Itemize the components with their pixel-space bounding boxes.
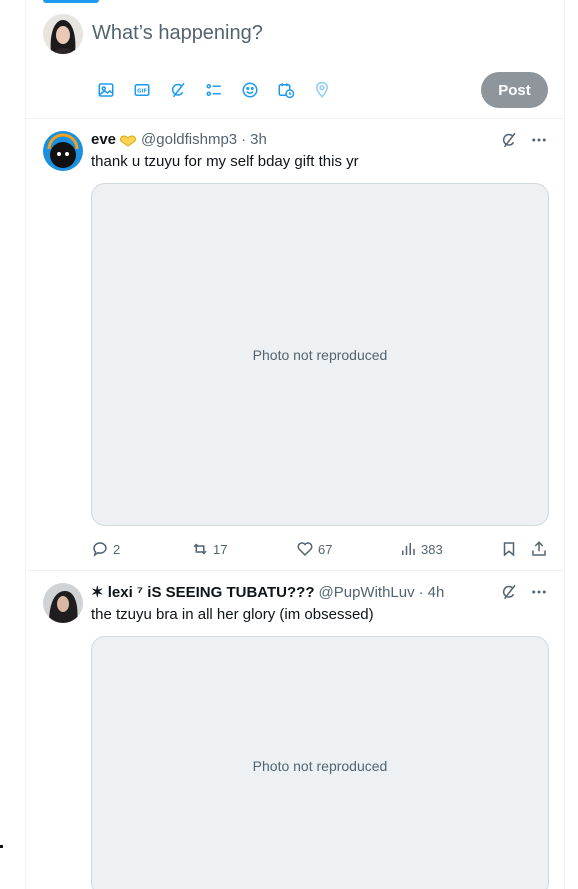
grok-icon[interactable] [500, 131, 518, 154]
stray-dot [0, 845, 3, 848]
tweet-actions: 2 17 67 383 [91, 539, 548, 559]
tweet-header-actions [500, 583, 548, 606]
more-options-icon[interactable] [530, 583, 548, 606]
composer-toolbar: GIF [88, 76, 340, 104]
post-composer: What’s happening? GIF Post [26, 0, 565, 119]
grok-icon[interactable] [160, 76, 196, 104]
grok-icon[interactable] [500, 583, 518, 606]
handle[interactable]: @goldfishmp3 [141, 131, 237, 148]
avatar[interactable] [43, 583, 83, 623]
handle[interactable]: @PupWithLuv [319, 584, 415, 601]
gif-icon[interactable]: GIF [124, 76, 160, 104]
share-button[interactable] [530, 540, 548, 558]
poll-icon[interactable] [196, 76, 232, 104]
separator-dot: · [241, 131, 247, 148]
separator-dot: · [418, 583, 424, 601]
repost-count: 17 [213, 541, 228, 557]
tweet-header-actions [500, 131, 548, 154]
more-options-icon[interactable] [530, 131, 548, 154]
schedule-icon[interactable] [268, 76, 304, 104]
media-note: Photo not reproduced [252, 346, 388, 363]
avatar[interactable] [43, 131, 83, 171]
post-button[interactable]: Post [481, 72, 548, 108]
timestamp[interactable]: 4h [428, 584, 445, 601]
views-button[interactable]: 383 [399, 540, 443, 558]
tweet[interactable]: ✶ lexi ⁷ iS SEEING TUBATU??? @PupWithLuv… [26, 571, 565, 889]
view-count: 383 [421, 541, 443, 557]
media-note: Photo not reproduced [252, 758, 388, 774]
emoji-icon[interactable] [232, 76, 268, 104]
tweet-text: thank u tzuyu for my self bday gift this… [91, 153, 359, 170]
tweet-header: eve @goldfishmp3 · 3h [91, 131, 267, 148]
bookmark-button[interactable] [500, 540, 518, 558]
display-name[interactable]: ✶ lexi ⁷ iS SEEING TUBATU??? [91, 583, 315, 601]
timeline: What’s happening? GIF Post eve @goldfish… [25, 0, 565, 889]
location-icon[interactable] [304, 76, 340, 104]
compose-input[interactable]: What’s happening? [92, 22, 263, 45]
like-button[interactable]: 67 [296, 540, 332, 558]
tweet-header: ✶ lexi ⁷ iS SEEING TUBATU??? @PupWithLuv… [91, 583, 445, 602]
reply-count: 2 [113, 541, 121, 557]
heart-hands-emoji-icon [118, 133, 138, 147]
like-count: 67 [318, 541, 333, 557]
repost-button[interactable]: 17 [191, 540, 227, 558]
timestamp[interactable]: 3h [250, 131, 267, 148]
tweet-text: the tzuyu bra in all her glory (im obses… [91, 606, 374, 623]
tweet-media[interactable]: Photo not reproduced [91, 183, 549, 526]
tweet-media[interactable]: Photo not reproduced [91, 636, 549, 889]
tweet[interactable]: eve @goldfishmp3 · 3h thank u tzuyu for … [26, 119, 565, 571]
image-icon[interactable] [88, 76, 124, 104]
display-name[interactable]: eve [91, 131, 116, 148]
user-avatar[interactable] [43, 14, 83, 54]
reply-button[interactable]: 2 [91, 540, 120, 558]
svg-text:GIF: GIF [137, 88, 147, 94]
